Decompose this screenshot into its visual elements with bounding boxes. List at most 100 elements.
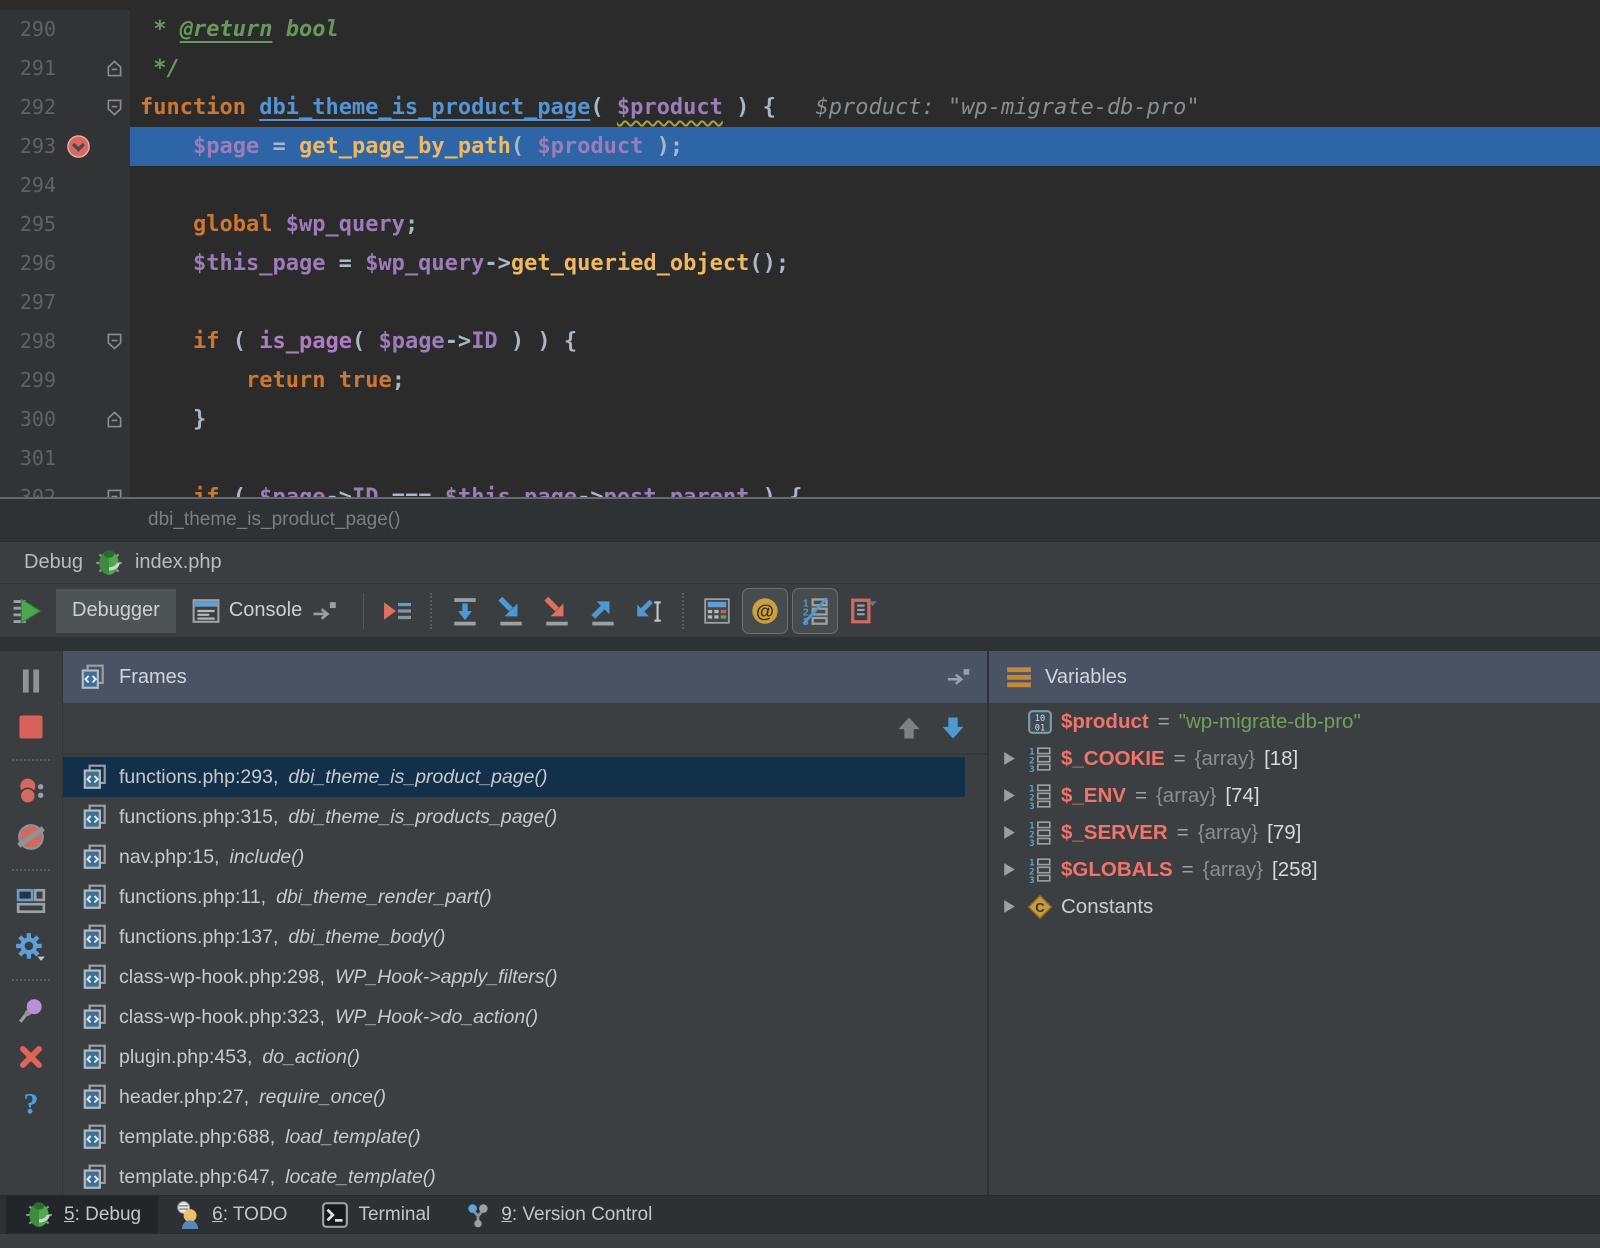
variable-row[interactable]: 123$_ENV={array}[74] [989, 777, 1600, 814]
editor-gutter[interactable]: 292 [0, 88, 130, 127]
editor-gutter[interactable]: 294 [0, 166, 130, 205]
toolwindow-tab-version-control[interactable]: 9: Version Control [447, 1196, 669, 1233]
code-text[interactable]: return true; [130, 361, 1600, 400]
next-frame-icon[interactable] [939, 714, 967, 742]
line-number[interactable]: 292 [0, 88, 56, 127]
line-number[interactable]: 301 [0, 439, 56, 478]
line-number[interactable]: 298 [0, 322, 56, 361]
stop-button[interactable] [16, 711, 46, 743]
fold-marker-icon[interactable] [100, 488, 128, 497]
code-text[interactable] [130, 166, 1600, 205]
editor-gutter[interactable]: 302 [0, 478, 130, 497]
variable-row[interactable]: 123$GLOBALS={array}[258] [989, 851, 1600, 888]
settings-button[interactable] [15, 931, 47, 963]
code-line[interactable]: 302 if ( $page->ID === $this_page->post_… [0, 478, 1600, 497]
restore-layout-button[interactable] [840, 589, 886, 633]
code-line[interactable]: 298 if ( is_page( $page->ID ) ) { [0, 322, 1600, 361]
code-editor[interactable]: 290 * @return bool291 */292function dbi_… [0, 0, 1600, 497]
view-breakpoints-button[interactable] [16, 775, 46, 807]
code-text[interactable] [130, 439, 1600, 478]
editor-gutter[interactable]: 291 [0, 49, 130, 88]
frame-row[interactable]: template.php:647, locate_template() [63, 1157, 965, 1195]
variable-row[interactable]: 1001$product="wp-migrate-db-pro" [989, 703, 1600, 740]
line-number[interactable]: 295 [0, 205, 56, 244]
code-line[interactable]: 300 } [0, 400, 1600, 439]
code-text[interactable] [130, 283, 1600, 322]
help-button[interactable]: ? [16, 1087, 46, 1119]
pause-button[interactable] [16, 665, 46, 697]
force-step-into-button[interactable] [534, 589, 580, 633]
frame-row[interactable]: header.php:27, require_once() [63, 1077, 965, 1117]
code-text[interactable]: * @return bool [130, 10, 1600, 49]
variable-row[interactable]: 123$_SERVER={array}[79] [989, 814, 1600, 851]
hide-panel-icon[interactable] [945, 668, 971, 686]
close-button[interactable] [16, 1041, 46, 1073]
tab-console[interactable]: Console [176, 589, 353, 633]
fold-marker-icon[interactable] [100, 410, 128, 429]
expand-triangle-icon[interactable] [995, 787, 1023, 804]
code-line[interactable]: 291 */ [0, 49, 1600, 88]
code-text[interactable]: } [130, 400, 1600, 439]
code-line[interactable]: 301 [0, 439, 1600, 478]
code-line[interactable]: 292 function dbi_theme_is_product_page( $… [0, 88, 1600, 127]
frame-row[interactable]: template.php:688, load_template() [63, 1117, 965, 1157]
code-line[interactable]: 294 [0, 166, 1600, 205]
code-text[interactable]: if ( is_page( $page->ID ) ) { [130, 322, 1600, 361]
line-number[interactable]: 294 [0, 166, 56, 205]
frame-row[interactable]: functions.php:293, dbi_theme_is_product_… [63, 757, 965, 797]
evaluate-expression-button[interactable] [694, 589, 740, 633]
editor-gutter[interactable]: 300 [0, 400, 130, 439]
code-text[interactable]: $this_page = $wp_query->get_queried_obje… [130, 244, 1600, 283]
step-into-button[interactable] [488, 589, 534, 633]
variable-row[interactable]: 123$_COOKIE={array}[18] [989, 740, 1600, 777]
frame-row[interactable]: class-wp-hook.php:323, WP_Hook->do_actio… [63, 997, 965, 1037]
run-to-cursor-button[interactable] [626, 589, 672, 633]
frame-row[interactable]: class-wp-hook.php:298, WP_Hook->apply_fi… [63, 957, 965, 997]
code-text[interactable]: $page = get_page_by_path( $product ); [130, 127, 1600, 166]
expand-triangle-icon[interactable] [995, 861, 1023, 878]
editor-gutter[interactable]: 299 [0, 361, 130, 400]
frame-row[interactable]: functions.php:11, dbi_theme_render_part(… [63, 877, 965, 917]
editor-gutter[interactable]: 295 [0, 205, 130, 244]
expand-triangle-icon[interactable] [995, 898, 1023, 915]
variables-menu-icon[interactable] [1005, 665, 1033, 689]
step-out-button[interactable] [580, 589, 626, 633]
code-line[interactable]: 293 $page = get_page_by_path( $product )… [0, 127, 1600, 166]
step-over-button[interactable] [442, 589, 488, 633]
pin-button[interactable] [16, 995, 46, 1027]
line-number[interactable]: 299 [0, 361, 56, 400]
expand-triangle-icon[interactable] [995, 824, 1023, 841]
line-number[interactable]: 293 [0, 127, 56, 166]
restore-windows-button[interactable] [16, 885, 46, 917]
fold-marker-icon[interactable] [100, 332, 128, 351]
code-text[interactable]: function dbi_theme_is_product_page( $pro… [130, 88, 1600, 127]
code-line[interactable]: 296 $this_page = $wp_query->get_queried_… [0, 244, 1600, 283]
show-execution-point-button[interactable] [374, 589, 420, 633]
frame-row[interactable]: nav.php:15, include() [63, 837, 965, 877]
editor-gutter[interactable]: 293 [0, 127, 130, 166]
tab-debugger[interactable]: Debugger [56, 589, 176, 633]
code-line[interactable]: 297 [0, 283, 1600, 322]
line-number[interactable]: 291 [0, 49, 56, 88]
editor-gutter[interactable]: 301 [0, 439, 130, 478]
constants-row[interactable]: CConstants [989, 888, 1600, 925]
fold-marker-icon[interactable] [100, 59, 128, 78]
frame-row[interactable]: functions.php:137, dbi_theme_body() [63, 917, 965, 957]
code-text[interactable]: if ( $page->ID === $this_page->post_pare… [130, 478, 1600, 497]
line-number[interactable]: 297 [0, 283, 56, 322]
editor-gutter[interactable]: 297 [0, 283, 130, 322]
editor-gutter[interactable]: 298 [0, 322, 130, 361]
line-number[interactable]: 290 [0, 10, 56, 49]
code-line[interactable]: 295 global $wp_query; [0, 205, 1600, 244]
rerun-button[interactable] [0, 596, 56, 626]
code-text[interactable]: global $wp_query; [130, 205, 1600, 244]
mute-breakpoints-button[interactable] [16, 821, 46, 853]
breakpoint-icon[interactable] [56, 134, 100, 159]
line-number[interactable]: 300 [0, 400, 56, 439]
code-line[interactable]: 299 return true; [0, 361, 1600, 400]
code-text[interactable]: */ [130, 49, 1600, 88]
expand-triangle-icon[interactable] [995, 750, 1023, 767]
toolwindow-tab-debug[interactable]: 5: Debug [6, 1196, 158, 1233]
frame-row[interactable]: functions.php:315, dbi_theme_is_products… [63, 797, 965, 837]
toolwindow-tab-terminal[interactable]: Terminal [304, 1196, 447, 1233]
